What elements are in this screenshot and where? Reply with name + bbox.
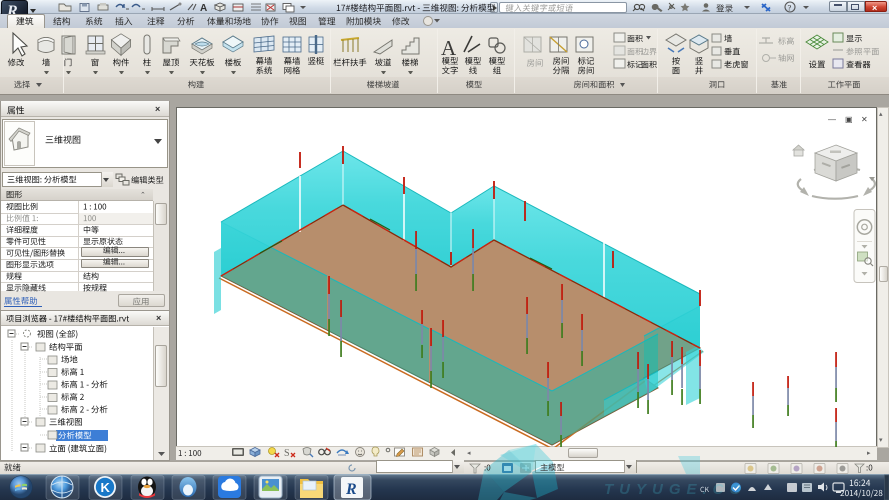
svg-text:R: R — [345, 481, 357, 498]
svg-text:A: A — [441, 36, 457, 60]
svg-text:K: K — [101, 480, 111, 495]
svg-text:A: A — [200, 3, 207, 14]
svg-text:S: S — [284, 448, 290, 459]
svg-text:TUYUGE.CO: TUYUGE.CO — [604, 481, 747, 498]
svg-text:?: ? — [788, 3, 792, 13]
